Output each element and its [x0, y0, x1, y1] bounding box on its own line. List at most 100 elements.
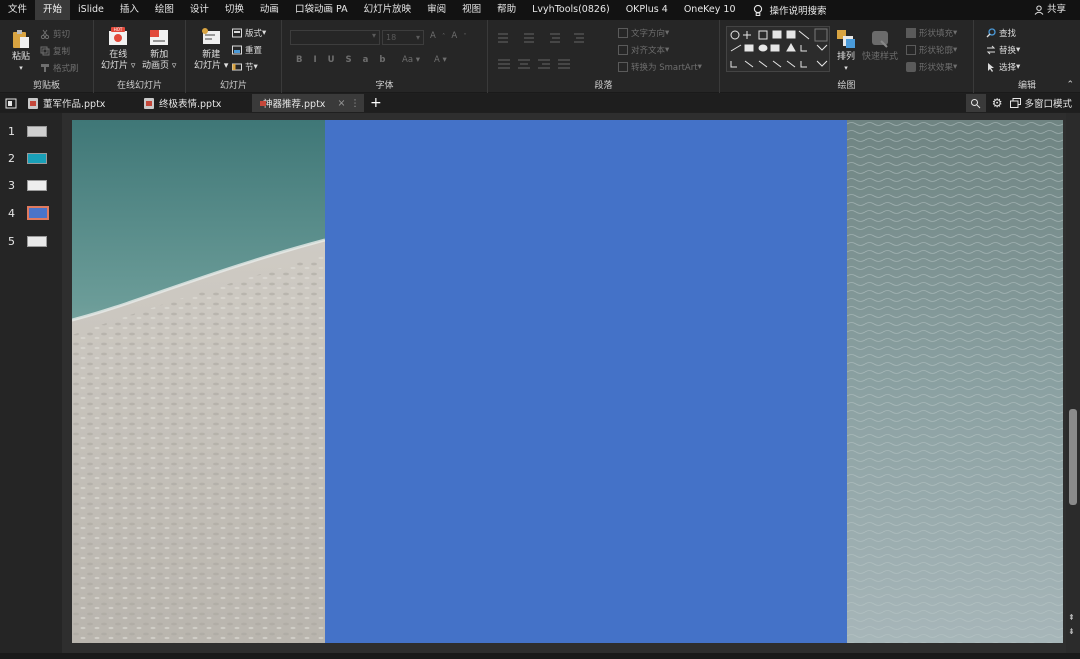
paste-button[interactable]: 粘贴 ▾	[10, 28, 32, 74]
tab-bar-right: ⚙ 多窗口模式	[965, 94, 1072, 112]
slide-canvas[interactable]	[72, 120, 1063, 643]
shape-fill-button[interactable]: 形状填充 ▾	[906, 27, 957, 39]
doc-tab-1[interactable]: 终极表情.pptx	[138, 94, 252, 112]
chevron-down-icon[interactable]: ⇟	[1068, 627, 1075, 636]
online-slides-button[interactable]: HOT 在线 幻灯片 ▿	[101, 26, 135, 72]
slide-thumbnail-3[interactable]: 3	[8, 179, 47, 192]
tab-transitions[interactable]: 切换	[217, 0, 252, 20]
tab-design[interactable]: 设计	[182, 0, 217, 20]
chevron-up-icon[interactable]: ⇞	[1068, 613, 1075, 622]
multi-window-button[interactable]: 多窗口模式	[1010, 96, 1072, 110]
tab-file[interactable]: 文件	[0, 0, 35, 20]
hot-badge: HOT	[114, 27, 123, 32]
font-size-box[interactable]: 18 ▾	[382, 30, 424, 45]
tab-islide[interactable]: iSlide	[70, 0, 112, 20]
tab-list-icon[interactable]	[0, 98, 22, 109]
shapes-gallery[interactable]	[726, 26, 830, 72]
person-icon	[1034, 5, 1044, 15]
shape-outline-button[interactable]: 形状轮廓 ▾	[906, 44, 957, 56]
select-button[interactable]: 选择 ▾	[986, 61, 1020, 73]
close-icon[interactable]: ×	[337, 98, 345, 109]
quick-styles-button[interactable]: 快速样式	[862, 28, 898, 63]
chevron-down-icon: ▾	[844, 64, 848, 72]
font-color-button[interactable]: A ▾	[434, 55, 447, 65]
tab-onekey[interactable]: OneKey 10	[676, 0, 744, 20]
group-label-font: 字体	[375, 81, 394, 91]
vertical-scrollbar[interactable]: ⇞ ⇟	[1066, 113, 1080, 653]
tab-review[interactable]: 审阅	[419, 0, 454, 20]
fill-icon	[906, 28, 916, 38]
group-label-clipboard: 剪贴板	[32, 81, 60, 91]
arrange-icon	[837, 30, 855, 48]
new-tab-button[interactable]: +	[370, 95, 382, 111]
reset-button[interactable]: 重置	[232, 44, 262, 56]
group-editing: 查找 替换 ▾ 选择 ▾ 编辑 ⌃	[974, 20, 1080, 93]
tab-insert[interactable]: 插入	[112, 0, 147, 20]
section-button[interactable]: 节 ▾	[232, 61, 258, 73]
font-style-buttons[interactable]: BIUSab	[296, 55, 397, 65]
cut-button[interactable]: 剪切	[40, 28, 70, 40]
pptx-file-icon	[28, 97, 38, 109]
format-painter-button[interactable]: 格式刷	[40, 62, 79, 74]
status-bar	[0, 653, 1080, 659]
scrollbar-thumb[interactable]	[1069, 409, 1077, 505]
doc-tab-0[interactable]: 董军作品.pptx	[22, 94, 138, 112]
slide-thumbnail-5[interactable]: 5	[8, 235, 47, 248]
smartart-button[interactable]: 转换为 SmartArt ▾	[618, 61, 702, 73]
new-anim-label-2: 动画页 ▿	[142, 61, 177, 71]
new-slide-button[interactable]: 新建 幻灯片 ▾	[194, 26, 228, 72]
copy-icon	[40, 46, 50, 56]
arrange-button[interactable]: 排列 ▾	[835, 28, 857, 74]
text-direction-button[interactable]: 文字方向 ▾	[618, 27, 669, 39]
layout-toggle-icon[interactable]	[965, 94, 986, 112]
group-label-paragraph: 段落	[594, 81, 613, 91]
cursor-icon	[988, 63, 994, 72]
online-label: 在线	[109, 50, 128, 60]
group-label-editing: 编辑	[1017, 81, 1036, 91]
shapes-icon	[730, 28, 828, 68]
collapse-ribbon-icon[interactable]: ⌃	[1066, 80, 1074, 90]
tab-slideshow[interactable]: 幻灯片放映	[356, 0, 420, 20]
tab-draw[interactable]: 绘图	[147, 0, 182, 20]
slide-thumbnail-4[interactable]: 4	[8, 206, 49, 220]
tab-help[interactable]: 帮助	[489, 0, 524, 20]
new-animation-page-button[interactable]: 新加 动画页 ▿	[142, 26, 176, 72]
brush-icon	[41, 64, 49, 72]
blue-rectangle[interactable]	[325, 120, 847, 643]
tab-home[interactable]: 开始	[35, 0, 71, 20]
beach-photo	[72, 120, 325, 643]
copy-button[interactable]: 复制	[40, 45, 70, 57]
slide-thumbnail-2[interactable]: 2	[8, 152, 47, 165]
slide-thumbnail-pane: 1 2 3 4 5	[0, 113, 62, 653]
doc-tab-2[interactable]: 神器推荐.pptx × ⋮	[252, 94, 364, 112]
thumbnail-image	[27, 206, 49, 220]
tab-pocket-animation[interactable]: 口袋动画 PA	[287, 0, 356, 20]
clipboard-icon	[13, 30, 29, 48]
font-case-button[interactable]: Aa ▾	[402, 55, 420, 65]
layout-button[interactable]: 版式 ▾	[232, 27, 266, 39]
tab-okplus[interactable]: OKPlus 4	[618, 0, 676, 20]
slide-thumbnail-1[interactable]: 1	[8, 125, 47, 138]
lightbulb-icon	[753, 4, 762, 16]
group-font: ▾ 18 ▾ AˆAˇ BIUSab Aa ▾ A ▾ 字体	[282, 20, 488, 93]
share-label: 共享	[1046, 4, 1066, 15]
paragraph-buttons-icon	[498, 33, 584, 69]
group-slides: 新建 幻灯片 ▾ 版式 ▾ 重置 节 ▾ 幻灯片	[186, 20, 282, 93]
chevron-down-icon: ▾	[19, 64, 23, 72]
shape-effects-button[interactable]: 形状效果 ▾	[906, 61, 957, 73]
thumbnail-image	[27, 126, 47, 137]
font-name-box[interactable]: ▾	[290, 30, 380, 45]
more-icon[interactable]: ⋮	[350, 98, 360, 109]
font-grow-shrink[interactable]: AˆAˇ	[430, 31, 473, 41]
tab-animations[interactable]: 动画	[252, 0, 287, 20]
share-button[interactable]: 共享	[1034, 0, 1066, 20]
gear-icon[interactable]: ⚙	[992, 96, 1003, 110]
tab-lvyhtools[interactable]: LvyhTools(0826)	[524, 0, 618, 20]
tell-me-search[interactable]: 操作说明搜索	[752, 3, 827, 17]
find-button[interactable]: 查找	[986, 27, 1016, 39]
replace-button[interactable]: 替换 ▾	[986, 44, 1020, 56]
search-icon	[986, 28, 996, 38]
ribbon: 粘贴 ▾ 剪切 复制 格式刷 剪贴板 HOT 在线 幻灯片 ▿ 新加 动画页 ▿…	[0, 20, 1080, 93]
tab-view[interactable]: 视图	[454, 0, 489, 20]
align-text-button[interactable]: 对齐文本 ▾	[618, 44, 669, 56]
